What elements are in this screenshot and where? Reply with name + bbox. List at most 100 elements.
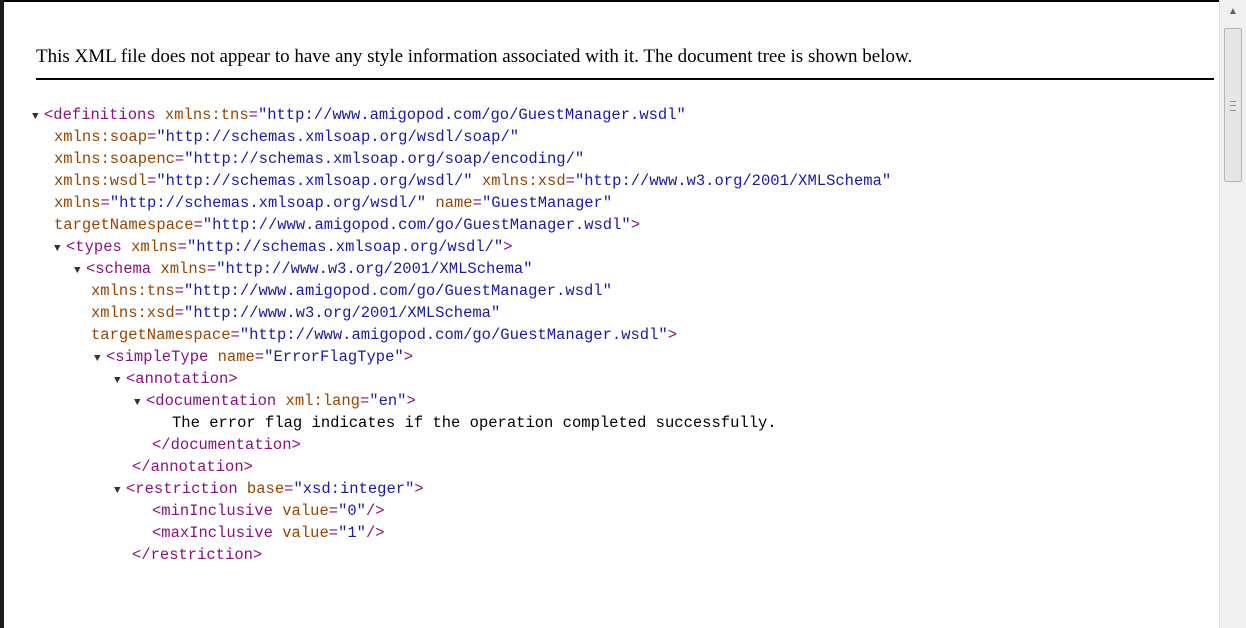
tree-line-attr: targetNamespace="http://www.amigopod.com…: [91, 324, 677, 346]
tree-line-attr: xmlns:soap="http://schemas.xmlsoap.org/w…: [54, 126, 519, 148]
tree-line-attr: xmlns:tns="http://www.amigopod.com/go/Gu…: [91, 280, 612, 302]
tree-line-close: </annotation>: [132, 456, 253, 478]
tag-end: >: [503, 238, 513, 256]
attr-value: "http://schemas.xmlsoap.org/wsdl/": [186, 238, 504, 256]
attr-value: "http://www.w3.org/2001/XMLSchema": [216, 260, 533, 278]
attr-equals: =: [472, 194, 482, 212]
attr-equals: =: [100, 194, 110, 212]
tree-line-types: ▼ <types xmlns="http://schemas.xmlsoap.or…: [54, 236, 513, 258]
tag-open: <annotation>: [126, 370, 238, 388]
tree-line-attr: targetNamespace="http://www.amigopod.com…: [54, 214, 640, 236]
attr-equals: =: [174, 304, 185, 322]
attr-name: xmlns: [131, 238, 178, 256]
attr-name: xmlns:tns: [91, 282, 175, 300]
attr-equals: =: [230, 326, 240, 344]
attr-equals: =: [254, 348, 265, 366]
attr-value: "http://www.amigopod.com/go/GuestManager…: [184, 282, 612, 300]
attr-equals: =: [147, 172, 157, 190]
tag-end: >: [406, 392, 416, 410]
attr-value: "http://schemas.xmlsoap.org/wsdl/": [109, 194, 427, 212]
attr-value: "http://www.w3.org/2001/XMLSchema": [184, 304, 501, 322]
tree-line-definitions: ▼ <definitions xmlns:tns="http://www.amig…: [32, 104, 686, 126]
tree-line-text: The error flag indicates if the operatio…: [172, 412, 777, 434]
attr-name: name: [217, 348, 255, 366]
attr-value: "http://www.w3.org/2001/XMLSchema": [574, 172, 892, 190]
attr-equals: =: [359, 392, 370, 410]
collapse-toggle-icon[interactable]: ▼: [114, 480, 126, 502]
tag-open: <simpleType: [106, 348, 218, 366]
tag-open: <restriction: [126, 480, 247, 498]
attr-name: value: [282, 502, 329, 520]
tag-self-close: />: [365, 524, 385, 542]
attr-value: "ErrorFlagType": [264, 348, 404, 366]
scrollbar-thumb[interactable]: [1224, 28, 1242, 182]
attr-name: xmlns:xsd: [481, 172, 566, 190]
attr-name: xmlns: [160, 260, 207, 278]
attr-equals: =: [147, 128, 157, 146]
tag-open: <documentation: [146, 392, 286, 410]
attr-name: xmlns:xsd: [91, 304, 175, 322]
xml-viewer: This XML file does not appear to have an…: [4, 2, 1220, 628]
grip-icon: [1230, 101, 1236, 111]
attr-value: "http://www.amigopod.com/go/GuestManager…: [202, 216, 631, 234]
tree-line-restriction: ▼ <restriction base="xsd:integer">: [114, 478, 424, 500]
tree-line-attr: xmlns:xsd="http://www.w3.org/2001/XMLSch…: [91, 302, 500, 324]
attr-value: "1": [338, 524, 366, 542]
attr-equals: =: [206, 260, 217, 278]
tag-open: <types: [66, 238, 132, 256]
attr-name: targetNamespace: [54, 216, 194, 234]
attr-value: "http://www.amigopod.com/go/GuestManager…: [239, 326, 668, 344]
tree-line-annotation: ▼ <annotation>: [114, 368, 238, 390]
attr-name: name: [435, 194, 473, 212]
attr-name: xmlns:soapenc: [54, 150, 175, 168]
tree-line-close: </documentation>: [152, 434, 301, 456]
attr-name: xmlns:soap: [54, 128, 148, 146]
tag-open: <definitions: [44, 106, 165, 124]
collapse-toggle-icon[interactable]: ▼: [94, 348, 106, 370]
tag-end: >: [403, 348, 413, 366]
attr-equals: =: [248, 106, 258, 124]
tag-end: >: [630, 216, 641, 234]
tag-close: </annotation>: [132, 458, 253, 476]
tree-line-mininclusive: <minInclusive value="0"/>: [152, 500, 385, 522]
attr-name: xmlns:tns: [164, 106, 249, 124]
scroll-up-arrow-icon[interactable]: ▲: [1220, 0, 1246, 22]
collapse-toggle-icon[interactable]: ▼: [134, 392, 146, 414]
collapse-toggle-icon[interactable]: ▼: [74, 260, 86, 282]
collapse-toggle-icon[interactable]: ▼: [54, 238, 66, 260]
tag-open: <maxInclusive: [152, 524, 283, 542]
attr-value: "GuestManager": [481, 194, 613, 212]
tree-line-schema: ▼ <schema xmlns="http://www.w3.org/2001/X…: [74, 258, 533, 280]
vertical-scrollbar[interactable]: ▲: [1219, 0, 1246, 628]
attr-name: xmlns: [54, 194, 101, 212]
tag-self-close: />: [365, 502, 385, 520]
tag-open: <minInclusive: [152, 502, 283, 520]
tree-line-maxinclusive: <maxInclusive value="1"/>: [152, 522, 385, 544]
tag-close: </documentation>: [152, 436, 301, 454]
attr-value: "en": [369, 392, 407, 410]
tree-line-attr: xmlns:wsdl="http://schemas.xmlsoap.org/w…: [54, 170, 891, 192]
attr-equals: =: [174, 150, 185, 168]
tree-line-attr: xmlns="http://schemas.xmlsoap.org/wsdl/"…: [54, 192, 612, 214]
attr-equals: =: [565, 172, 575, 190]
tree-line-simpletype: ▼ <simpleType name="ErrorFlagType">: [94, 346, 413, 368]
tag-close: </restriction>: [132, 546, 263, 564]
attr-equals: =: [177, 238, 187, 256]
attr-equals: =: [328, 524, 339, 542]
attr-value: "http://www.amigopod.com/go/GuestManager…: [257, 106, 686, 124]
attr-value: "http://schemas.xmlsoap.org/soap/encodin…: [184, 150, 585, 168]
tree-line-attr: xmlns:soapenc="http://schemas.xmlsoap.or…: [54, 148, 584, 170]
collapse-toggle-icon[interactable]: ▼: [114, 370, 126, 392]
attr-value: "http://schemas.xmlsoap.org/wsdl/": [156, 172, 473, 190]
text-node: The error flag indicates if the operatio…: [172, 414, 777, 432]
attr-name: xml:lang: [285, 392, 360, 410]
attr-value: "0": [338, 502, 366, 520]
collapse-toggle-icon[interactable]: ▼: [32, 106, 44, 128]
attr-name: xmlns:wsdl: [54, 172, 148, 190]
tree-line-documentation: ▼ <documentation xml:lang="en">: [134, 390, 416, 412]
attr-name: value: [282, 524, 329, 542]
attr-equals: =: [174, 282, 185, 300]
attr-value: "http://schemas.xmlsoap.org/wsdl/soap/": [156, 128, 520, 146]
tag-end: >: [667, 326, 678, 344]
attr-equals: =: [328, 502, 339, 520]
